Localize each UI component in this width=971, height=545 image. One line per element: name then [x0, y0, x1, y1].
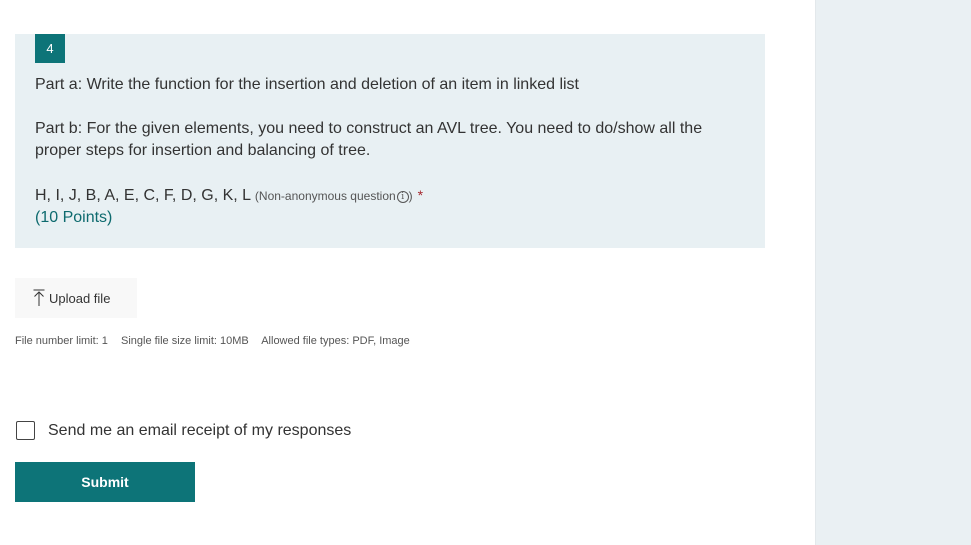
allowed-file-types: Allowed file types: PDF, Image: [261, 335, 410, 347]
upload-file-label: Upload file: [49, 290, 111, 306]
question-number-badge: 4: [35, 34, 65, 63]
page: 4 Part a: Write the function for the ins…: [0, 0, 971, 545]
file-size-limit: Single file size limit: 10MB: [120, 335, 249, 347]
question-text: Part a: Write the function for the inser…: [35, 74, 750, 229]
non-anonymous-note: (Non-anonymous question i): [255, 189, 413, 203]
required-asterisk: *: [417, 187, 424, 203]
question-elements: H, I, J, B, A, E, C, F, D, G, K, L: [35, 187, 251, 204]
question-part-a: Part a: Write the function for the inser…: [35, 76, 579, 93]
upload-icon: [33, 289, 45, 306]
email-receipt-checkbox[interactable]: [16, 421, 35, 440]
email-receipt-row[interactable]: Send me an email receipt of my responses: [16, 421, 351, 440]
file-number-limit: File number limit: 1: [15, 335, 108, 347]
email-receipt-label[interactable]: Send me an email receipt of my responses: [48, 422, 351, 440]
question-points: (10 Points): [35, 209, 113, 226]
file-limits: File number limit: 1 Single file size li…: [15, 335, 420, 347]
question-card: 4 Part a: Write the function for the ins…: [15, 34, 765, 248]
info-icon[interactable]: i: [396, 190, 409, 203]
question-part-b: Part b: For the given elements, you need…: [35, 120, 703, 159]
right-side-panel: [815, 0, 971, 545]
upload-file-button[interactable]: Upload file: [15, 278, 137, 318]
submit-button[interactable]: Submit: [15, 462, 195, 502]
question-elements-line: H, I, J, B, A, E, C, F, D, G, K, L (Non-…: [35, 184, 750, 207]
form-main: 4 Part a: Write the function for the ins…: [0, 0, 815, 545]
non-anonymous-note-text: (Non-anonymous question: [254, 189, 396, 203]
non-anonymous-note-close: ): [408, 189, 413, 203]
